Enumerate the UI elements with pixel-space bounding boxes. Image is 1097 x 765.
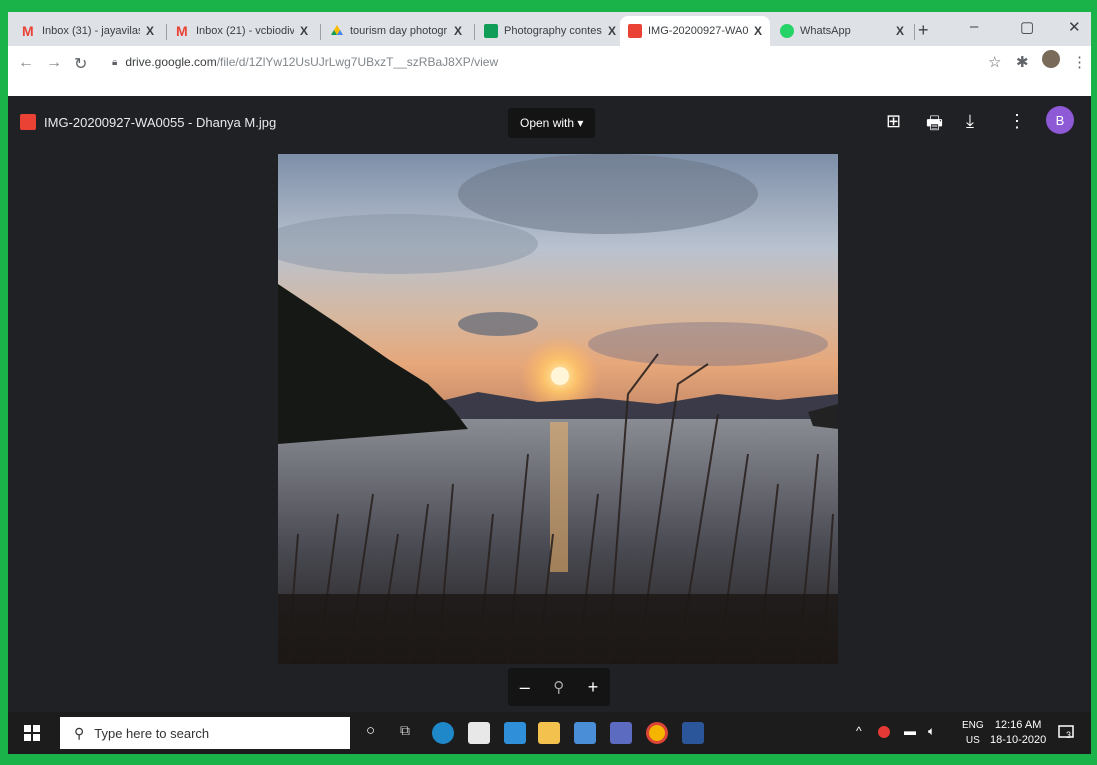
windows-taskbar: ⚲ Type here to search ○ ⧉ ^ ▬ 🔈︎ ENG US …	[8, 712, 1091, 754]
tab-separator	[474, 24, 475, 40]
tab-title: Inbox (21) - vcbiodiv	[196, 25, 294, 37]
add-to-drive-icon[interactable]: ⊞	[886, 111, 901, 132]
more-options-icon[interactable]: ⋮	[1008, 111, 1026, 132]
tab-title: Photography contest	[504, 25, 602, 37]
store-icon[interactable]	[468, 722, 490, 744]
address-bar[interactable]: 🔒︎ drive.google.com/file/d/1ZlYw12UsUJrL…	[112, 50, 962, 74]
open-with-button[interactable]: Open with ▾	[508, 108, 596, 138]
system-clock[interactable]: 12:16 AM 18-10-2020	[990, 718, 1046, 748]
search-placeholder: Type here to search	[94, 725, 210, 741]
tab-close-icon[interactable]: X	[896, 24, 904, 38]
viewer-header: IMG-20200927-WA0055 - Dhanya M.jpg Open …	[8, 98, 1091, 148]
screen: M Inbox (31) - jayavilas X M Inbox (21) …	[8, 12, 1091, 754]
language-code: ENG	[962, 720, 984, 731]
tab-image-active[interactable]: IMG-20200927-WA0 X	[620, 16, 770, 46]
extensions-puzzle-icon[interactable]: ✱	[1016, 53, 1029, 71]
tab-separator	[320, 24, 321, 40]
tab-photography-contest[interactable]: Photography contest X	[476, 16, 624, 46]
tab-title: IMG-20200927-WA0	[648, 25, 748, 37]
zoom-magnifier-icon: ⚲	[553, 679, 565, 696]
clock-time: 12:16 AM	[994, 719, 1042, 731]
new-tab-button[interactable]: +	[918, 20, 929, 41]
tab-title: tourism day photogr	[350, 25, 448, 37]
reload-icon[interactable]: ↻	[74, 54, 87, 74]
gmail-icon: M	[176, 23, 188, 39]
tab-title: WhatsApp	[800, 25, 851, 37]
input-language[interactable]: ENG US	[962, 718, 984, 748]
bookmark-star-icon[interactable]: ☆	[988, 53, 1001, 71]
volume-icon[interactable]: 🔈︎	[928, 724, 935, 739]
sunset-lake-photo	[278, 154, 838, 664]
region-code: US	[965, 735, 980, 746]
windows-start-icon[interactable]	[24, 725, 40, 741]
gmail-icon: M	[22, 23, 34, 39]
lock-icon: 🔒︎	[112, 56, 118, 68]
files-icon[interactable]	[574, 722, 596, 744]
image-file-icon	[628, 24, 642, 38]
tab-whatsapp[interactable]: WhatsApp X	[772, 16, 912, 46]
edge-icon[interactable]	[432, 722, 454, 744]
tab-close-icon[interactable]: X	[608, 24, 616, 38]
show-hidden-icons-icon[interactable]: ^	[856, 724, 862, 738]
browser-toolbar: ← → ↻ 🔒︎ drive.google.com/file/d/1ZlYw12…	[8, 46, 1091, 96]
browser-menu-icon[interactable]: ⋮	[1072, 53, 1087, 71]
cortana-icon[interactable]: ○	[366, 722, 375, 739]
print-icon[interactable]: 🖶︎	[926, 111, 943, 141]
chrome-icon[interactable]	[646, 722, 668, 744]
zoom-in-button[interactable]: +	[588, 677, 599, 698]
file-explorer-icon[interactable]	[538, 722, 560, 744]
back-arrow-icon[interactable]: ←	[18, 54, 34, 72]
word-icon[interactable]	[682, 722, 704, 744]
profile-avatar-icon[interactable]	[1042, 50, 1060, 68]
battery-icon[interactable]: ▬	[904, 724, 916, 738]
google-drive-icon	[331, 25, 343, 35]
file-name: IMG-20200927-WA0055 - Dhanya M.jpg	[44, 115, 277, 130]
tab-close-icon[interactable]: X	[754, 24, 762, 38]
image-file-icon	[20, 114, 36, 130]
url-host: drive.google.com	[125, 55, 217, 69]
notification-count: 3	[1066, 730, 1072, 740]
tab-close-icon[interactable]: X	[146, 24, 154, 38]
zoom-out-button[interactable]: –	[520, 677, 530, 698]
forward-arrow-icon[interactable]: →	[46, 54, 62, 72]
close-window-button[interactable]: ✕	[1068, 18, 1081, 36]
app-icon[interactable]	[610, 722, 632, 744]
tab-gmail-inbox-21[interactable]: M Inbox (21) - vcbiodiv X	[168, 16, 316, 46]
mail-icon[interactable]	[504, 722, 526, 744]
whatsapp-icon	[780, 24, 794, 38]
url-path: /file/d/1ZlYw12UsUJrLwg7UBxzT__szRBaJ8XP…	[216, 55, 499, 69]
tab-close-icon[interactable]: X	[300, 24, 308, 38]
tab-gmail-inbox-31[interactable]: M Inbox (31) - jayavilas X	[14, 16, 162, 46]
search-icon: ⚲	[74, 724, 85, 741]
account-avatar[interactable]: B	[1046, 106, 1074, 134]
taskbar-search-box[interactable]: ⚲ Type here to search	[60, 717, 350, 749]
download-icon[interactable]: ⤓	[966, 111, 974, 132]
notification-center-icon[interactable]: 3	[1058, 724, 1076, 742]
tab-title: Inbox (31) - jayavilas	[42, 25, 140, 37]
clock-date: 18-10-2020	[990, 734, 1047, 746]
antivirus-icon[interactable]	[878, 726, 890, 738]
tab-separator	[914, 24, 915, 40]
minimize-button[interactable]: –	[970, 18, 978, 35]
google-sheets-icon	[484, 24, 498, 38]
tab-tourism-day[interactable]: tourism day photogr X	[322, 16, 470, 46]
restore-button[interactable]: ▢	[1020, 18, 1034, 36]
tab-separator	[166, 24, 167, 40]
zoom-controls: – ⚲ +	[508, 668, 610, 706]
tab-close-icon[interactable]: X	[454, 24, 462, 38]
task-view-icon[interactable]: ⧉	[400, 722, 410, 739]
